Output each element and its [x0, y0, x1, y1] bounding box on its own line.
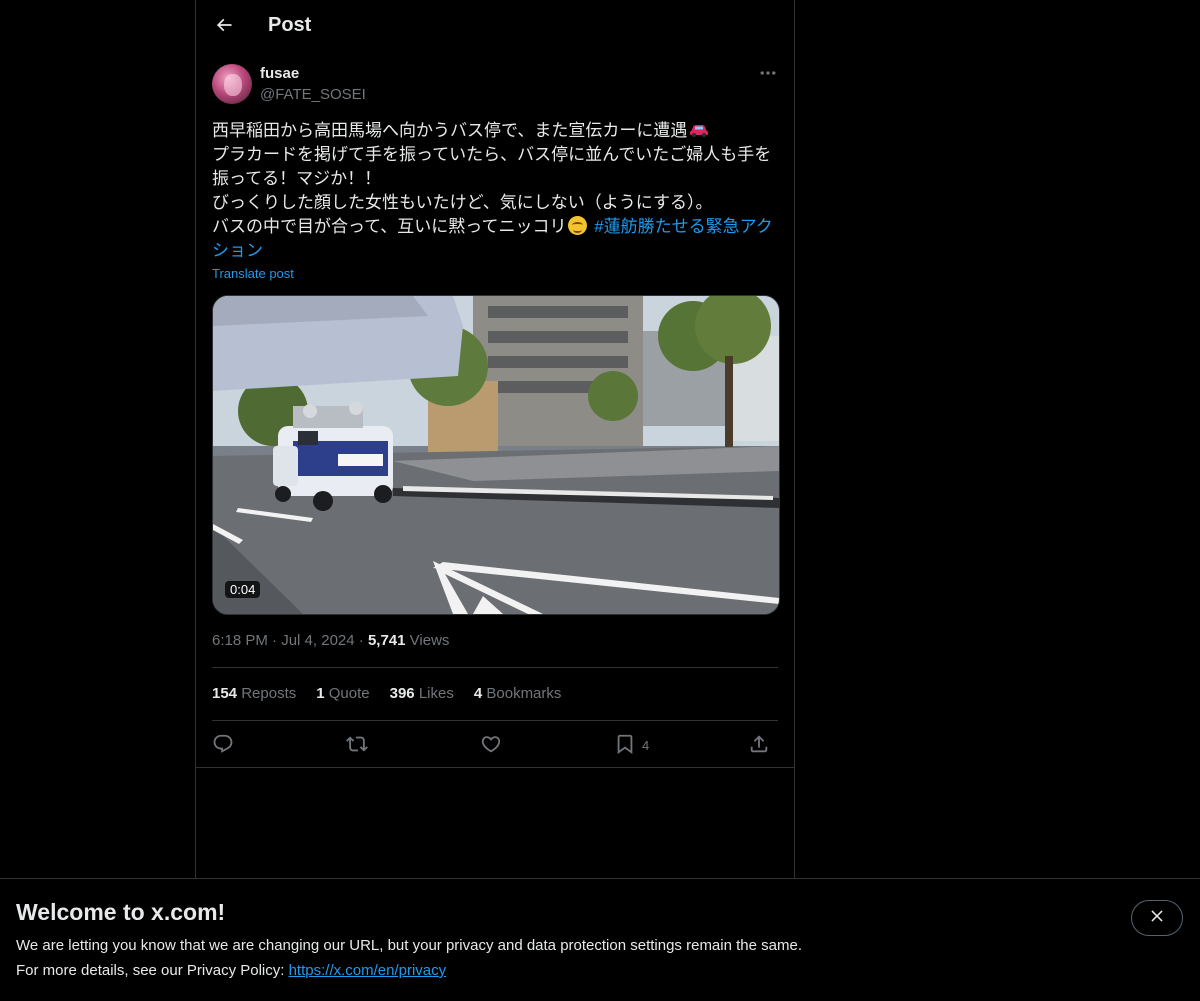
author-handle[interactable]: @FATE_SOSEI [260, 86, 366, 103]
like-icon [480, 733, 502, 758]
divider [212, 667, 778, 668]
hashtag-link[interactable]: #蓮舫勝たせる緊急アク [594, 217, 773, 236]
separator-dot: · [272, 632, 282, 649]
bookmarks-label: Bookmarks [486, 685, 562, 702]
more-options-button[interactable] [756, 64, 780, 86]
post-time[interactable]: 6:18 PM [212, 632, 268, 649]
bookmark-icon [614, 733, 636, 758]
main-column: Post fusae @FATE_SOSEI 西早稲田から高田馬場へ向かうバス停… [195, 0, 795, 878]
quotes-count: 1 [316, 685, 325, 702]
hashtag-link-continued[interactable]: ション [212, 241, 263, 260]
translate-post-link[interactable]: Translate post [212, 266, 294, 281]
bookmarks-stat[interactable]: 4 Bookmarks [474, 685, 562, 702]
more-icon [758, 63, 778, 88]
post-date[interactable]: Jul 4, 2024 [281, 632, 354, 649]
views-label: Views [409, 632, 450, 649]
banner-policy-text: For more details, see our Privacy Policy… [16, 962, 289, 979]
reposts-count: 154 [212, 685, 238, 702]
close-icon [1148, 907, 1166, 930]
banner-policy-line: For more details, see our Privacy Policy… [16, 962, 446, 979]
quotes-stat[interactable]: 1 Quote [316, 685, 369, 702]
repost-button[interactable] [346, 733, 368, 757]
engagement-stats: 154 Reposts 1 Quote 396 Likes 4 Bookmark… [212, 685, 561, 702]
post-meta: 6:18 PM · Jul 4, 2024 · 5,741 Views [212, 632, 449, 649]
tweet-text: 西早稲田から高田馬場へ向かうバス停で、また宣伝カーに遭遇 プラカードを掲げて手を… [212, 119, 778, 263]
tweet-line: 西早稲田から高田馬場へ向かうバス停で、また宣伝カーに遭遇 [212, 121, 688, 140]
welcome-banner: Welcome to x.com! We are letting you kno… [0, 878, 1200, 1001]
video-player[interactable]: 0:04 [212, 295, 780, 615]
bookmarks-count: 4 [473, 685, 483, 702]
repost-icon [346, 733, 368, 758]
share-icon [748, 733, 770, 758]
banner-title: Welcome to x.com! [16, 899, 226, 925]
close-banner-button[interactable] [1131, 900, 1183, 936]
arrow-left-icon [214, 15, 234, 40]
bookmark-count: 4 [642, 737, 650, 753]
page-title: Post [268, 14, 312, 36]
car-emoji-icon [689, 120, 709, 137]
share-button[interactable] [748, 733, 770, 757]
likes-stat[interactable]: 396 Likes [390, 685, 454, 702]
divider [212, 720, 778, 721]
bookmark-button[interactable]: 4 [614, 733, 649, 757]
divider [196, 767, 794, 768]
avatar[interactable] [212, 64, 252, 104]
tweet-line: バスの中で目が合って、互いに黙ってニッコリ [212, 217, 567, 236]
page-header: Post [196, 0, 794, 53]
author-name[interactable]: fusae [260, 65, 299, 82]
privacy-policy-link[interactable]: https://x.com/en/privacy [289, 962, 447, 979]
reposts-stat[interactable]: 154 Reposts [212, 685, 296, 702]
action-bar: 4 [212, 733, 778, 757]
separator-dot: · [358, 632, 368, 649]
back-button[interactable] [207, 10, 241, 44]
likes-count: 396 [389, 685, 415, 702]
tweet-line: 振ってる！マジか！！ [212, 169, 382, 188]
tweet-line: プラカードを掲げて手を振っていたら、バス停に並んでいたご婦人も手を [212, 145, 772, 164]
banner-message: We are letting you know that we are chan… [16, 937, 802, 954]
reply-icon [212, 733, 234, 758]
tweet-line: びっくりした顔した女性もいたけど、気にしない（ようにする）。 [212, 193, 713, 212]
smiling-emoji-icon [568, 216, 588, 235]
video-thumbnail [213, 296, 779, 614]
like-button[interactable] [480, 733, 502, 757]
likes-label: Likes [418, 685, 454, 702]
video-duration: 0:04 [225, 581, 261, 598]
views-count: 5,741 [367, 632, 406, 649]
reposts-label: Reposts [241, 685, 297, 702]
quotes-label: Quote [328, 685, 370, 702]
reply-button[interactable] [212, 733, 234, 757]
